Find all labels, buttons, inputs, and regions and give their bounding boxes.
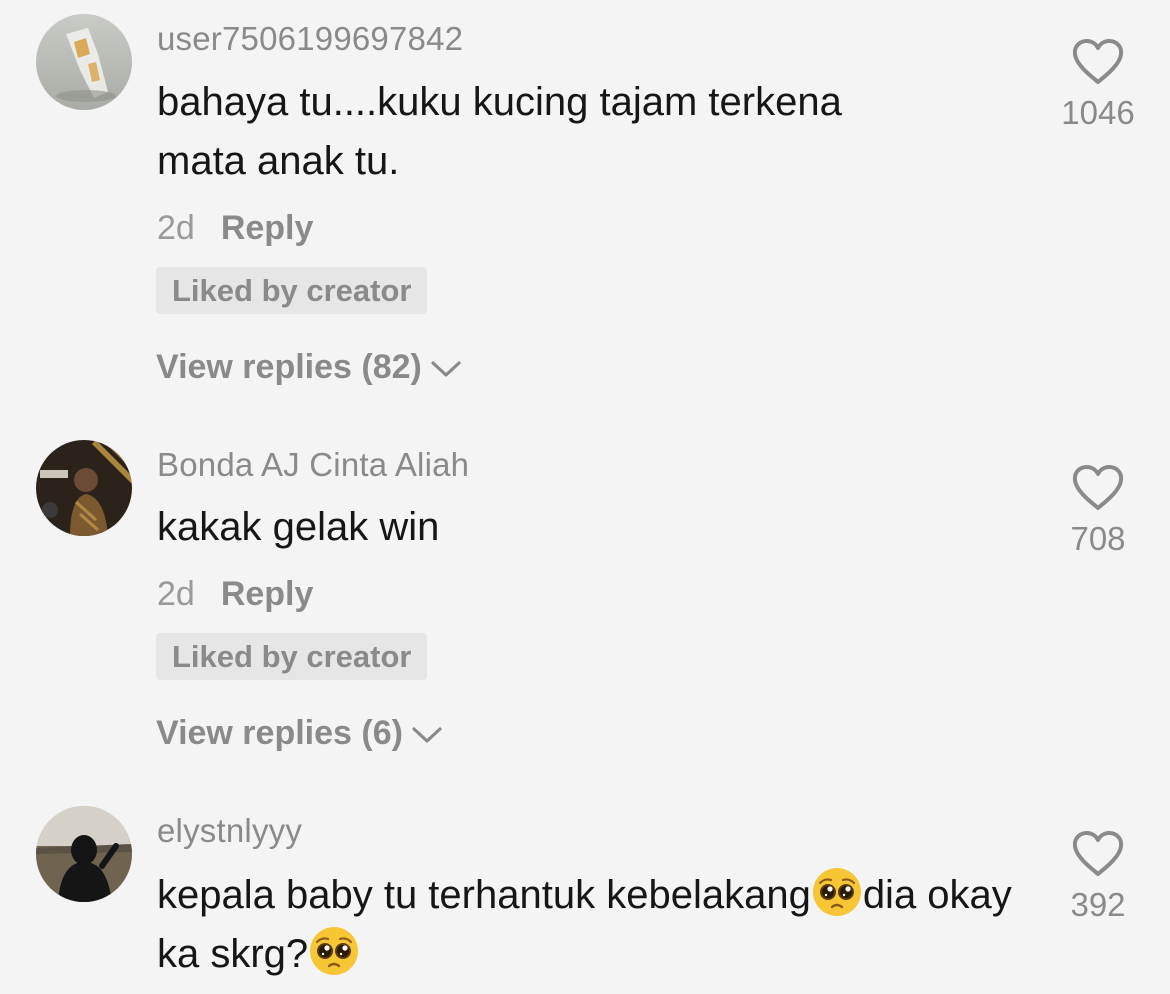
comment-text: kepala baby tu terhantuk kebelakang dia …	[157, 866, 1027, 984]
comment-time: 2d	[157, 575, 195, 613]
like-count: 392	[1070, 886, 1126, 923]
avatar[interactable]	[36, 14, 132, 110]
liked-by-creator-badge: Liked by creator	[156, 633, 428, 680]
like-button[interactable]: 708	[1050, 464, 1146, 558]
view-replies-label: View replies (6)	[156, 714, 403, 752]
heart-outline-icon[interactable]	[1071, 464, 1125, 512]
like-count: 1046	[1061, 94, 1135, 131]
like-button[interactable]: 1046	[1050, 38, 1146, 132]
comment-text: kakak gelak win	[157, 505, 440, 549]
reply-button[interactable]: Reply	[221, 209, 314, 247]
comment-time: 2d	[157, 209, 195, 247]
reply-button[interactable]: Reply	[221, 575, 314, 613]
chevron-down-icon	[412, 727, 442, 743]
like-count: 708	[1070, 520, 1126, 557]
heart-outline-icon[interactable]	[1071, 830, 1125, 878]
chevron-down-icon	[431, 361, 461, 377]
view-replies-button[interactable]: View replies (82)	[156, 348, 462, 387]
pleading-face-emoji	[310, 927, 359, 975]
liked-by-creator-badge: Liked by creator	[156, 267, 428, 314]
comments-list: user7506199697842 bahaya tu....kuku kuci…	[0, 0, 1170, 994]
comment-text-part: kepala baby tu terhantuk kebelakang	[157, 873, 811, 917]
view-replies-label: View replies (82)	[156, 348, 422, 386]
username[interactable]: elystnlyyy	[157, 812, 302, 850]
view-replies-button[interactable]: View replies (6)	[156, 714, 443, 753]
comment-meta: 2d Reply	[157, 575, 313, 614]
avatar[interactable]	[36, 806, 132, 902]
pleading-face-emoji	[812, 868, 861, 916]
heart-outline-icon[interactable]	[1071, 38, 1125, 86]
avatar[interactable]	[36, 440, 132, 536]
comment-text: bahaya tu....kuku kucing tajam terkena m…	[157, 80, 842, 183]
username[interactable]: user7506199697842	[157, 20, 463, 58]
like-button[interactable]: 392	[1050, 830, 1146, 924]
comment-meta: 2d Reply	[157, 209, 313, 248]
username[interactable]: Bonda AJ Cinta Aliah	[157, 446, 469, 484]
